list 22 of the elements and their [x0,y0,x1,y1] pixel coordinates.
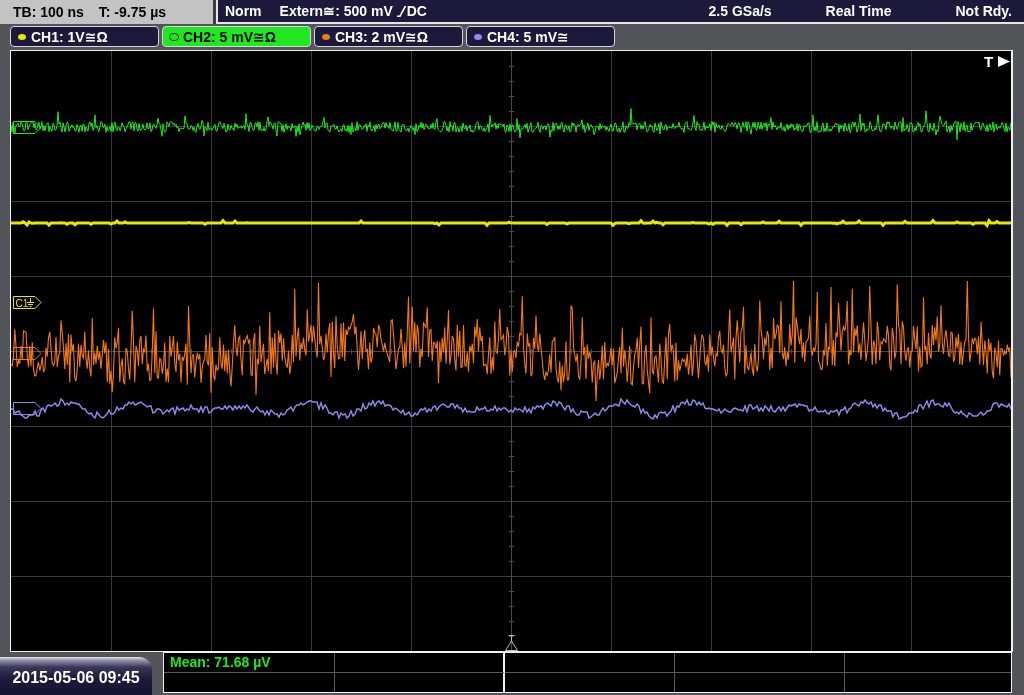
triangle-icon [998,56,1010,67]
acquisition-mode-label: Real Time [825,3,892,19]
channel-marker-icon [13,347,42,360]
channel-tab[interactable]: CH2: 5 mV≅Ω [162,26,311,47]
channel-tab[interactable]: CH4: 5 mV≅ [466,26,615,47]
acquisition-state-label: Not Rdy. [955,3,1012,19]
coupling-label: DC [406,3,427,19]
channel-marker-icon [13,402,42,415]
sample-rate-label: 2.5 GSa/s [708,3,772,19]
date-time-display: 2015-05-06 09:45 [0,657,152,695]
measurement-cell: Mean: 71.68 µV [164,653,335,673]
channel-marker-icon [13,121,42,134]
marker-label: C1 [15,297,29,309]
channel-tab[interactable]: CH1: 1V≅Ω [10,26,159,47]
channel-tab[interactable]: CH3: 2 mV≅Ω [314,26,463,47]
trigger-position-icon [505,635,518,651]
trigger-source-label: Extern≅: 500 mV [279,3,393,19]
trigger-mode-label: Norm [225,3,262,19]
timebase-label: TB: 100 ns [13,4,84,20]
rising-edge-icon [396,5,406,17]
trigger-label: T [984,53,994,70]
trigger-time-label: T: -9.75 µs [98,4,167,20]
